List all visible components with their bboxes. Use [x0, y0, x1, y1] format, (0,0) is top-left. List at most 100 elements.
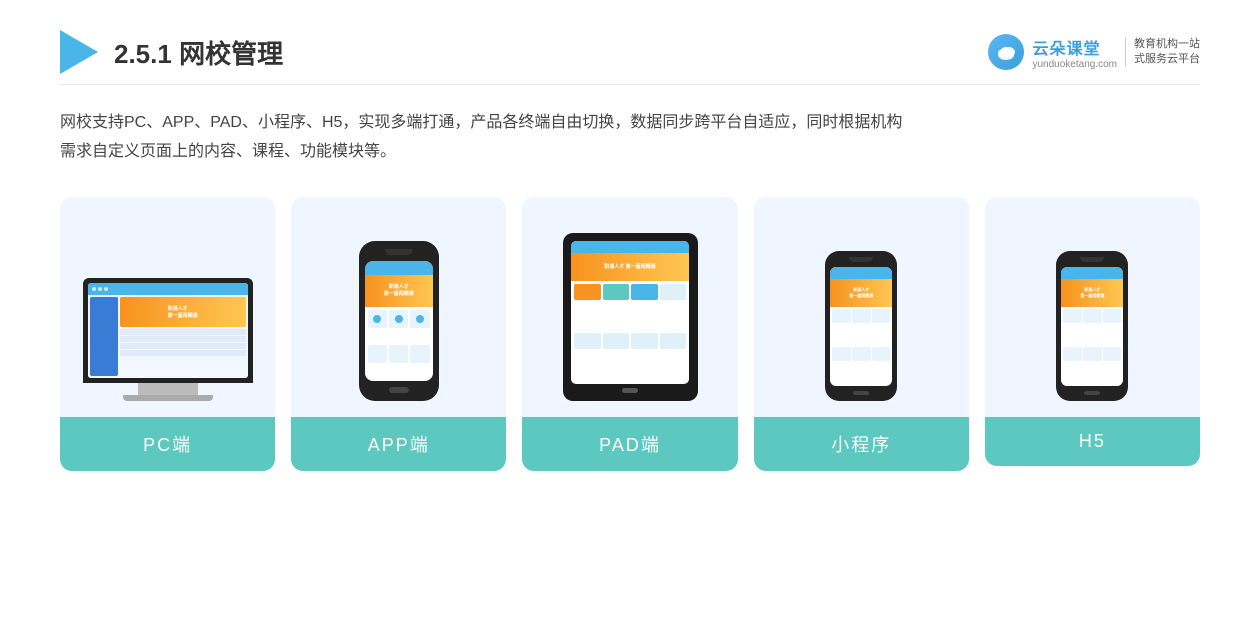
mini-grid: [830, 307, 892, 386]
hg4: [1063, 347, 1082, 361]
card-pc-label: PC端: [60, 417, 275, 471]
card-app-image: 职通人才第一届闯题课: [291, 197, 506, 417]
h5-grid: [1061, 307, 1123, 386]
mini-phone-screen: 职通人才第一届闯题课: [830, 267, 892, 386]
tablet-banner: 职通人才 第一届闯题课: [571, 253, 689, 281]
h5-screen: 职通人才第一届闯题课: [1061, 267, 1123, 386]
pc-mockup: 职通人才第一届闯题课: [83, 278, 253, 401]
tablet-home-btn: [622, 388, 638, 393]
h5-phone-body: 职通人才第一届闯题课: [1056, 251, 1128, 401]
tablet-screen: 职通人才 第一届闯题课: [571, 241, 689, 384]
phone-screen-grid: [365, 307, 433, 381]
h5-home-btn: [1084, 391, 1100, 395]
phone-screen: 职通人才第一届闯题课: [365, 261, 433, 381]
mg2: [852, 309, 871, 323]
monitor-screen: 职通人才第一届闯题课: [88, 283, 248, 378]
phone-banner-text: 职通人才第一届闯题课: [384, 284, 414, 297]
mini-top: [830, 267, 892, 279]
hg3: [1103, 309, 1122, 323]
card-pc: 职通人才第一届闯题课: [60, 197, 275, 471]
app-phone-mockup: 职通人才第一届闯题课: [359, 241, 439, 401]
monitor: 职通人才第一届闯题课: [83, 278, 253, 383]
dot2: [98, 287, 102, 291]
brand-logo: 云朵课堂 yunduoketang.com 教育机构一站 式服务云平台: [988, 34, 1200, 70]
card-app-label: APP端: [291, 417, 506, 471]
dot1: [92, 287, 96, 291]
hg5: [1083, 347, 1102, 361]
h5-phone-mockup: 职通人才第一届闯题课: [1056, 251, 1128, 401]
slogan-line2: 式服务云平台: [1134, 52, 1200, 67]
screen-banner-text: 职通人才第一届闯题课: [168, 305, 198, 319]
h5-banner: 职通人才第一届闯题课: [1061, 279, 1123, 307]
screen-row4: [120, 350, 246, 356]
logo-triangle-icon: [60, 30, 98, 74]
title-main: 网校管理: [179, 39, 283, 69]
mini-banner: 职通人才第一届闯题课: [830, 279, 892, 307]
hg2: [1083, 309, 1102, 323]
card-h5-image: 职通人才第一届闯题课: [985, 197, 1200, 417]
description: 网校支持PC、APP、PAD、小程序、H5，实现多端打通，产品各终端自由切换，数…: [60, 109, 1200, 167]
screen-row2: [120, 336, 246, 342]
card-h5: 职通人才第一届闯题课: [985, 197, 1200, 466]
monitor-base: [138, 383, 198, 395]
grid1: [368, 310, 387, 328]
phone-home-btn: [389, 387, 409, 393]
monitor-body: 职通人才第一届闯题课: [88, 295, 248, 378]
screen-content: 职通人才第一届闯题课: [120, 297, 246, 376]
mini-phone-mockup: 职通人才第一届闯题课: [825, 251, 897, 401]
tablet-top-bar: [571, 241, 689, 253]
grid5: [389, 345, 408, 363]
card-pad-label: PAD端: [522, 417, 737, 471]
dot3: [104, 287, 108, 291]
monitor-top-bar: [88, 283, 248, 295]
grid6: [410, 345, 429, 363]
h5-banner-text: 职通人才第一届闯题课: [1080, 287, 1104, 297]
mg5: [852, 347, 871, 361]
mg6: [872, 347, 891, 361]
card-mini-label: 小程序: [754, 417, 969, 471]
screen-rows: [120, 329, 246, 356]
page: 2.5.1 网校管理 云朵课堂 yunduoketang.com: [0, 0, 1260, 630]
phone-screen-banner: 职通人才第一届闯题课: [365, 275, 433, 307]
tg1: [574, 284, 601, 300]
hg6: [1103, 347, 1122, 361]
card-mini-image: 职通人才第一届闯题课: [754, 197, 969, 417]
tg2: [603, 284, 630, 300]
phone-screen-top: [365, 261, 433, 275]
cards-row: 职通人才第一届闯题课: [60, 197, 1200, 471]
grid-dot3: [416, 315, 424, 323]
tablet-mockup: 职通人才 第一届闯题课: [563, 233, 698, 401]
header: 2.5.1 网校管理 云朵课堂 yunduoketang.com: [60, 30, 1200, 85]
phone-body: 职通人才第一届闯题课: [359, 241, 439, 401]
slogan-line1: 教育机构一站: [1134, 37, 1200, 52]
brand-name: 云朵课堂: [1032, 35, 1100, 59]
tg6: [603, 333, 630, 349]
card-app: 职通人才第一届闯题课: [291, 197, 506, 471]
header-left: 2.5.1 网校管理: [60, 30, 283, 74]
tg7: [631, 333, 658, 349]
card-pad: 职通人才 第一届闯题课: [522, 197, 737, 471]
mini-phone-notch: [849, 257, 873, 262]
tg8: [660, 333, 687, 349]
grid-dot1: [373, 315, 381, 323]
brand-slogan: 教育机构一站 式服务云平台: [1125, 37, 1200, 68]
brand-url: yunduoketang.com: [1032, 59, 1117, 70]
screen-banner: 职通人才第一届闯题课: [120, 297, 246, 327]
mini-phone-body: 职通人才第一届闯题课: [825, 251, 897, 401]
tg5: [574, 333, 601, 349]
mini-banner-text: 职通人才第一届闯题课: [849, 287, 873, 297]
h5-notch: [1080, 257, 1104, 262]
title-prefix: 2.5.1: [114, 39, 179, 69]
screen-row1: [120, 329, 246, 335]
tablet-banner-text: 职通人才 第一届闯题课: [604, 263, 655, 270]
mg1: [832, 309, 851, 323]
grid3: [410, 310, 429, 328]
card-pc-image: 职通人才第一届闯题课: [60, 197, 275, 417]
grid-dot2: [395, 315, 403, 323]
hg1: [1063, 309, 1082, 323]
tablet-grid: [571, 281, 689, 384]
page-title: 2.5.1 网校管理: [114, 34, 283, 71]
mini-home-btn: [853, 391, 869, 395]
mg4: [832, 347, 851, 361]
tablet-body: 职通人才 第一届闯题课: [563, 233, 698, 401]
